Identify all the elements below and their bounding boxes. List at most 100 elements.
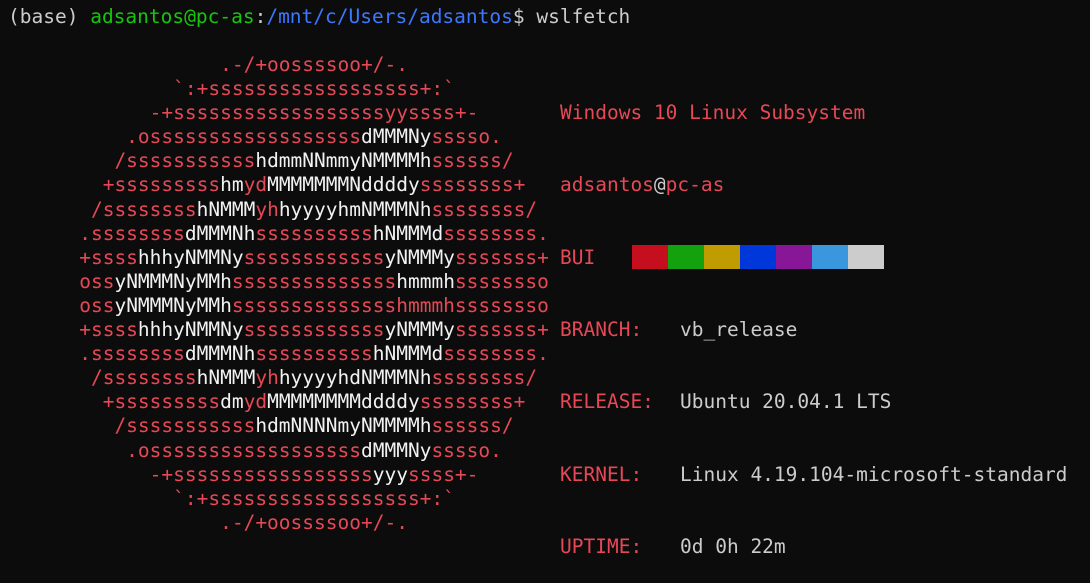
- swatch-white: [848, 245, 884, 269]
- logo-line: ossyNMMMNyMMhsssssssssssssshmmmhssssssso: [44, 270, 549, 294]
- logo-line: ossyNMMMNyMMhsssssssssssssshmmmhssssssso: [44, 294, 549, 318]
- prompt-user-host: adsantos@pc-as: [90, 5, 255, 28]
- logo-segment: yNMMMNyMMh: [114, 269, 232, 293]
- conda-env: (base): [8, 5, 79, 28]
- logo-segment: -+ssssssssssssssssssyyssss+-: [44, 101, 479, 125]
- logo-segment: +ssss: [44, 245, 138, 269]
- info-title: Windows 10 Linux Subsystem: [560, 101, 866, 125]
- logo-segment: yNMMMNyMMh: [114, 293, 232, 317]
- logo-segment: dMMMNh: [184, 221, 256, 245]
- logo-line: `:+ssssssssssssssssss+:`: [44, 77, 549, 101]
- logo-segment: sssso.: [431, 125, 502, 149]
- logo-line: +sssssssssdmydMMMMMMMMddddyssssssss+: [44, 390, 549, 414]
- logo-segment: +sssssssss: [44, 390, 221, 414]
- shell-prompt-line[interactable]: (base) adsantos@pc-as:/mnt/c/Users/adsan…: [8, 5, 630, 29]
- swatch-green: [668, 245, 704, 269]
- logo-segment: hmmmh: [396, 269, 455, 293]
- logo-line: -+ssssssssssssssssssyyssss+-: [44, 101, 549, 125]
- logo-segment: +sssssssss: [44, 173, 221, 197]
- logo-segment: .ossssssssssssssssss: [44, 438, 361, 462]
- logo-line: +sssshhhyNMMNyssssssssssssyNMMMysssssss+: [44, 246, 549, 270]
- logo-segment: ssssss/: [431, 414, 514, 438]
- logo-segment: sssso.: [431, 438, 502, 462]
- info-value: vb_release: [680, 318, 798, 342]
- logo-segment: hNMMM: [196, 197, 256, 221]
- logo-segment: hm: [220, 173, 244, 197]
- logo-segment: ssssssssss: [255, 342, 373, 366]
- logo-line: .ossssssssssssssssssdMMMNysssso.: [44, 125, 549, 149]
- logo-segment: hNMMMd: [372, 221, 444, 245]
- info-row-uptime: UPTIME: 0d 0h 22m: [560, 535, 1067, 559]
- logo-line: .-/+oossssoo+/-.: [44, 53, 549, 77]
- prompt-path: /mnt/c/Users/adsantos: [266, 5, 513, 28]
- logo-segment: /ssssssss: [44, 366, 197, 390]
- logo-line: /sssssssshNMMMyhhyyyyhdNMMMNhssssssss/: [44, 366, 549, 390]
- info-label: KERNEL:: [560, 462, 643, 486]
- logo-line: /sssssssshNMMMyhhyyyyhmNMMMNhssssssss/: [44, 198, 549, 222]
- info-user: adsantos: [560, 173, 654, 197]
- logo-segment: /sssssssssss: [44, 414, 256, 438]
- ubuntu-ascii-logo: .-/+oossssoo+/-. `:+ssssssssssssssssss+:…: [44, 53, 549, 535]
- logo-segment: ssssss/: [431, 149, 514, 173]
- logo-segment: hNMMMd: [372, 342, 444, 366]
- info-row-branch: BRANCH: vb_release: [560, 318, 1067, 342]
- info-row-release: RELEASE: Ubuntu 20.04.1 LTS: [560, 390, 1067, 414]
- logo-segment: yh: [255, 197, 279, 221]
- logo-segment: `:+ssssssssssssssssss+:`: [44, 486, 455, 510]
- logo-segment: dMMMNy: [360, 125, 432, 149]
- logo-segment: ssssssssssss: [243, 318, 385, 342]
- logo-line: .ssssssssdMMMNhsssssssssshNMMMdssssssss.: [44, 222, 549, 246]
- info-row-kernel: KERNEL: Linux 4.19.104-microsoft-standard: [560, 463, 1067, 487]
- logo-segment: /sssssssssss: [44, 149, 256, 173]
- prompt-command: wslfetch: [536, 5, 631, 28]
- info-user-host: adsantos@pc-as: [560, 173, 1067, 197]
- swatch-blue: [740, 245, 776, 269]
- logo-line: +sssshhhyNMMNyssssssssssssyNMMMysssssss+: [44, 318, 549, 342]
- logo-segment: sssssss+: [454, 245, 549, 269]
- logo-segment: hdmNNNNmyNMMMMh: [255, 414, 432, 438]
- logo-line: .ossssssssssssssssssdMMMNysssso.: [44, 439, 549, 463]
- logo-segment: ssss+-: [407, 462, 479, 486]
- logo-segment: ssssssss.: [443, 342, 549, 366]
- system-info-panel: Windows 10 Linux Subsystem adsantos@pc-a…: [560, 53, 1067, 583]
- logo-segment: hhhyNMMNy: [137, 318, 244, 342]
- logo-segment: sssssssssssssshmmmhssssssso: [231, 293, 549, 317]
- logo-segment: MMMMMMMMddddy: [267, 390, 420, 414]
- logo-segment: .ssssssss: [44, 221, 185, 245]
- logo-line: .ssssssssdMMMNhsssssssssshNMMMdssssssss.: [44, 342, 549, 366]
- info-at: @: [653, 173, 666, 197]
- logo-segment: `:+ssssssssssssssssss+:`: [44, 77, 455, 101]
- swatch-red: [632, 245, 668, 269]
- logo-segment: yd: [243, 173, 268, 197]
- logo-segment: dm: [220, 390, 244, 414]
- logo-line: /ssssssssssshdmmNNmmyNMMMMhssssss/: [44, 149, 549, 173]
- prompt-symbol: $: [512, 5, 525, 28]
- logo-segment: ssssssss/: [431, 366, 538, 390]
- logo-segment: yyy: [372, 462, 408, 486]
- logo-segment: MMMMMMMNddddy: [267, 173, 420, 197]
- logo-segment: hhhyNMMNy: [137, 245, 244, 269]
- logo-segment: -+sssssssssssssssss: [44, 462, 373, 486]
- info-label: UPTIME:: [560, 534, 643, 558]
- logo-segment: ssssssss.: [443, 221, 549, 245]
- logo-segment: dMMMNh: [184, 342, 256, 366]
- logo-segment: .-/+oossssoo+/-.: [44, 53, 408, 76]
- logo-segment: ssssssso: [454, 269, 549, 293]
- logo-segment: hyyyyhmNMMMNh: [278, 197, 432, 221]
- swatch-black: [596, 245, 632, 269]
- info-label: BRANCH:: [560, 318, 643, 342]
- info-label: RELEASE:: [560, 390, 654, 414]
- info-value: Ubuntu 20.04.1 LTS: [680, 390, 892, 414]
- logo-segment: sssssss+: [454, 318, 549, 342]
- logo-segment: hdmmNNmmyNMMMMh: [255, 149, 432, 173]
- logo-segment: dMMMNy: [360, 438, 432, 462]
- logo-line: .-/+oossssoo+/-.: [44, 511, 549, 535]
- logo-segment: ssssssssss: [255, 221, 373, 245]
- logo-segment: oss: [44, 293, 115, 317]
- logo-segment: ssssssss+: [419, 173, 526, 197]
- logo-segment: yNMMMy: [384, 318, 455, 342]
- logo-segment: yd: [243, 390, 268, 414]
- prompt-separator: :: [254, 5, 267, 28]
- logo-line: `:+ssssssssssssssssss+:`: [44, 487, 549, 511]
- logo-segment: yNMMMy: [384, 245, 455, 269]
